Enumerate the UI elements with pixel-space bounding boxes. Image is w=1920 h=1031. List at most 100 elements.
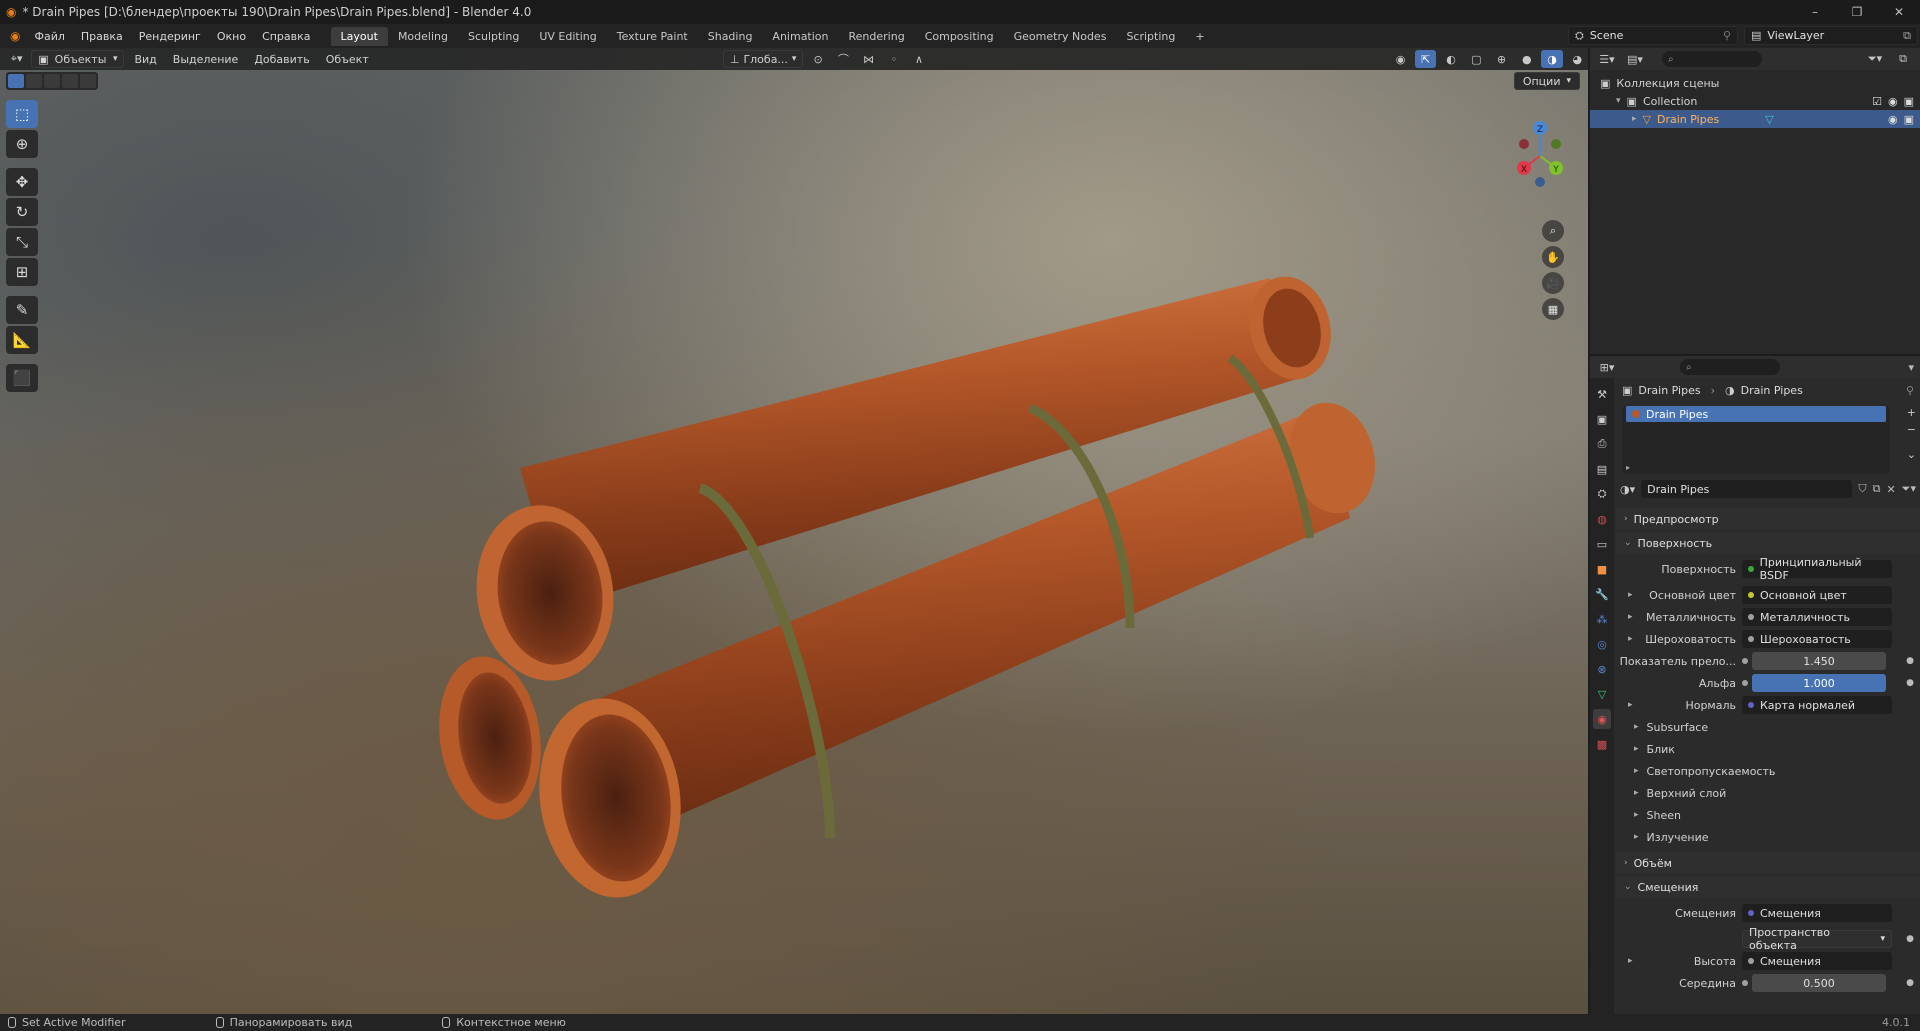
ortho-grid-icon[interactable]: ▦ — [1542, 298, 1564, 320]
tab-uv-editing[interactable]: UV Editing — [529, 27, 606, 46]
displacement-field[interactable]: Смещения — [1742, 904, 1892, 922]
menu-edit[interactable]: Правка — [73, 30, 131, 43]
slot-menu-icon[interactable]: ⌄ — [1907, 448, 1916, 461]
zoom-icon[interactable]: ⌕ — [1542, 220, 1564, 242]
rotate-tool-icon[interactable]: ↻ — [6, 198, 38, 226]
select-box-tool-icon[interactable]: ⬚ — [6, 100, 38, 128]
snap-icon[interactable]: ⌒ — [833, 50, 854, 68]
pin-icon[interactable]: ⚲ — [1906, 384, 1914, 397]
expand-arrow-icon[interactable]: ▸ — [1628, 700, 1633, 710]
subpanel-specular[interactable]: ▸ Блик — [1616, 738, 1920, 760]
expand-arrow-icon[interactable]: ▸ — [1628, 956, 1633, 966]
move-tool-icon[interactable]: ✥ — [6, 168, 38, 196]
transform-tool-icon[interactable]: ⊞ — [6, 258, 38, 286]
outliner-row-collection[interactable]: ▾ ▣ Collection ☑ ◉ ▣ — [1590, 92, 1920, 110]
xray-icon[interactable]: ▢ — [1466, 50, 1487, 68]
scene-tab-icon[interactable]: ⛭ — [1593, 484, 1611, 504]
outliner-row-drain-pipes[interactable]: ▸ ▽ Drain Pipes ▽ ◉ ▣ — [1590, 110, 1920, 128]
unlink-material-icon[interactable]: ✕ — [1886, 483, 1895, 496]
camera-view-icon[interactable]: 🎥 — [1542, 272, 1564, 294]
outliner-search-input[interactable]: ⌕ — [1662, 51, 1762, 67]
select-intersect-icon[interactable] — [80, 74, 96, 88]
tab-animation[interactable]: Animation — [762, 27, 838, 46]
add-cube-tool-icon[interactable]: ⬛ — [6, 364, 38, 392]
expand-arrow-icon[interactable]: ▸ — [1628, 612, 1633, 622]
drain-pipes-model[interactable] — [0, 48, 1588, 1014]
material-preview-icon[interactable]: ◑ — [1541, 50, 1563, 68]
collection-tab-icon[interactable]: ▭ — [1593, 534, 1611, 554]
keyframe-dot-icon[interactable]: ● — [1906, 656, 1914, 666]
space-dropdown[interactable]: Пространство объекта ▾ — [1742, 926, 1892, 952]
falloff-icon[interactable]: ∧ — [908, 50, 929, 68]
height-field[interactable]: Смещения — [1742, 952, 1892, 970]
view-layer-tab-icon[interactable]: ▤ — [1593, 459, 1611, 479]
new-collection-icon[interactable]: ⧉ — [1892, 50, 1914, 68]
expand-arrow-icon[interactable]: ▸ — [1626, 463, 1630, 472]
subpanel-coat[interactable]: ▸ Верхний слой — [1616, 782, 1920, 804]
proportional-edit-icon[interactable]: ◦ — [883, 50, 904, 68]
snap-target-icon[interactable]: ⋈ — [858, 50, 879, 68]
mesh-data-icon[interactable]: ▽ — [1765, 113, 1773, 126]
display-mode-icon[interactable]: ▤▾ — [1624, 50, 1646, 68]
tab-shading[interactable]: Shading — [698, 27, 763, 46]
pivot-point-icon[interactable]: ⊙ — [807, 50, 828, 68]
subpanel-emission[interactable]: ▸ Излучение — [1616, 826, 1920, 848]
tab-modeling[interactable]: Modeling — [388, 27, 458, 46]
outliner-editor-icon[interactable]: ☰▾ — [1596, 50, 1618, 68]
transform-orientation[interactable]: ⊥ Глоба... ▾ — [722, 50, 804, 68]
menu-file[interactable]: Файл — [26, 30, 72, 43]
select-extend-icon[interactable] — [26, 74, 42, 88]
rendered-shading-icon[interactable]: ◕ — [1567, 50, 1588, 68]
expand-arrow-icon[interactable]: ▸ — [1628, 634, 1633, 644]
object-tab-icon[interactable]: ■ — [1593, 559, 1611, 579]
visibility-icon[interactable]: ◉ — [1390, 50, 1411, 68]
output-tab-icon[interactable]: ⎙ — [1593, 434, 1611, 454]
texture-tab-icon[interactable]: ▩ — [1593, 734, 1611, 754]
material-name-field[interactable]: Drain Pipes — [1641, 480, 1853, 498]
gizmo-toggle-icon[interactable]: ⇱ — [1415, 50, 1437, 68]
scene-selector[interactable]: ⛭ Scene ⚲ — [1568, 26, 1738, 45]
3d-viewport[interactable]: ⌖▾ ▣ Объекты ▾ Вид Выделение Добавить Об… — [0, 48, 1588, 1014]
roughness-field[interactable]: Шероховатость — [1742, 630, 1892, 648]
particles-tab-icon[interactable]: ⁂ — [1593, 609, 1611, 629]
tab-compositing[interactable]: Compositing — [915, 27, 1004, 46]
options-dropdown[interactable]: Опции ▾ — [1513, 72, 1580, 90]
tab-scripting[interactable]: Scripting — [1116, 27, 1185, 46]
panel-volume[interactable]: › Объём — [1616, 852, 1920, 874]
camera-icon[interactable]: ▣ — [1904, 95, 1914, 108]
filter-icon[interactable]: ⏷▾ — [1864, 50, 1886, 68]
panel-preview[interactable]: › Предпросмотр — [1616, 508, 1920, 530]
midlevel-field[interactable]: 0.500 — [1752, 974, 1886, 992]
subpanel-transmission[interactable]: ▸ Светопропускаемость — [1616, 760, 1920, 782]
base-color-field[interactable]: Основной цвет — [1742, 586, 1892, 604]
material-slot-item[interactable]: Drain Pipes — [1626, 406, 1886, 422]
metallic-field[interactable]: Металличность — [1742, 608, 1892, 626]
remove-slot-icon[interactable]: − — [1907, 423, 1916, 436]
subpanel-sheen[interactable]: ▸ Sheen — [1616, 804, 1920, 826]
constraints-tab-icon[interactable]: ⊗ — [1593, 659, 1611, 679]
keyframe-dot-icon[interactable]: ● — [1906, 978, 1914, 988]
tab-layout[interactable]: Layout — [330, 26, 388, 46]
tool-tab-icon[interactable]: ⚒ — [1593, 384, 1611, 404]
exclude-checkbox-icon[interactable]: ☑ — [1872, 95, 1882, 108]
mode-selector[interactable]: ▣ Объекты ▾ — [31, 50, 125, 68]
world-tab-icon[interactable]: ◍ — [1593, 509, 1611, 529]
pin-icon[interactable]: ⚲ — [1723, 29, 1731, 42]
properties-editor-icon[interactable]: ⊞▾ — [1596, 358, 1618, 376]
eye-icon[interactable]: ◉ — [1888, 113, 1898, 126]
pan-hand-icon[interactable]: ✋ — [1542, 246, 1564, 268]
scale-tool-icon[interactable]: ⤡ — [6, 228, 38, 256]
duplicate-material-icon[interactable]: ⧉ — [1873, 482, 1881, 496]
normal-field[interactable]: Карта нормалей — [1742, 696, 1892, 714]
view-layer-selector[interactable]: ▤ ViewLayer ⧉ — [1744, 26, 1918, 45]
material-slot-list[interactable]: Drain Pipes ▸ — [1622, 406, 1890, 474]
menu-object[interactable]: Объект — [320, 50, 375, 68]
minimize-button[interactable]: – — [1794, 0, 1836, 24]
menu-render[interactable]: Рендеринг — [131, 30, 209, 43]
material-browse-icon[interactable]: ◑▾ — [1620, 483, 1635, 496]
menu-view[interactable]: Вид — [128, 50, 162, 68]
menu-select[interactable]: Выделение — [167, 50, 245, 68]
maximize-button[interactable]: ❐ — [1836, 0, 1878, 24]
overlay-icon[interactable]: ◐ — [1440, 50, 1461, 68]
solid-shading-icon[interactable]: ● — [1516, 50, 1537, 68]
